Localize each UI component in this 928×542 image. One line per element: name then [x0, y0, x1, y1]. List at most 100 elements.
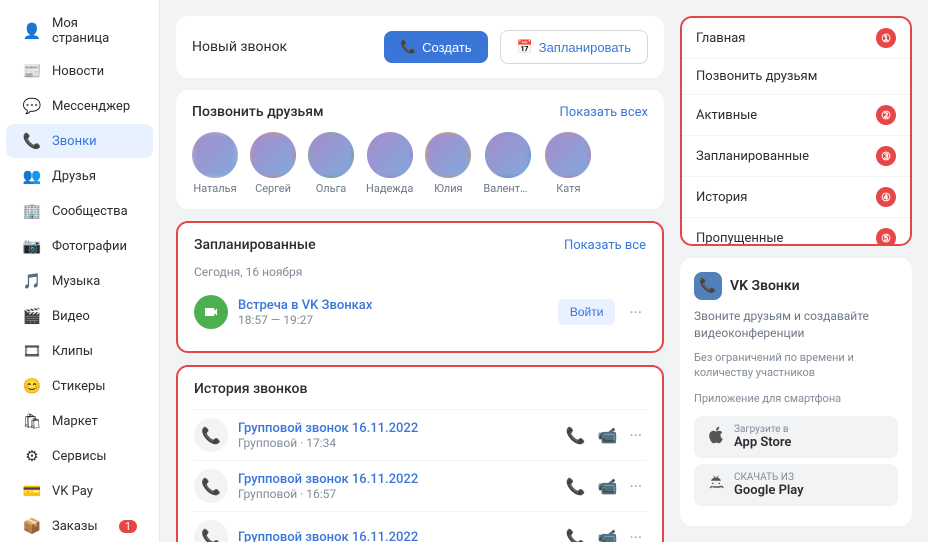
menu-label-scheduled: Запланированные [696, 149, 809, 164]
menu-item-call-friends[interactable]: Позвонить друзьям [682, 59, 910, 95]
new-call-label: Новый звонок [192, 39, 372, 55]
sidebar-icon-vkpay: 💳 [22, 481, 42, 501]
menu-label-history: История [696, 190, 747, 205]
sidebar-item-messenger[interactable]: 💬 Мессенджер [6, 89, 153, 123]
history-actions-1: 📞 📹 ··· [562, 422, 646, 449]
more-icon[interactable]: ··· [625, 422, 646, 449]
menu-item-missed[interactable]: Пропущенные ⑤ [682, 218, 910, 246]
friend-item[interactable]: Катя [545, 132, 591, 195]
sidebar-label-music: Музыка [52, 274, 100, 289]
scheduled-title: Запланированные [194, 237, 316, 253]
friend-item[interactable]: Сергей [250, 132, 296, 195]
history-card: История звонков 📞 Групповой звонок 16.11… [176, 365, 664, 542]
call-name[interactable]: Встреча в VK Звонках [238, 298, 548, 313]
sidebar-item-clips[interactable]: 🎞 Клипы [6, 334, 153, 368]
promo-panel: 📞 VK Звонки Звоните друзьям и создавайте… [680, 258, 912, 526]
menu-item-scheduled[interactable]: Запланированные ③ [682, 136, 910, 177]
history-header: История звонков [194, 381, 646, 397]
sidebar-label-orders: Заказы [52, 519, 98, 534]
sidebar-item-communities[interactable]: 🏢 Сообщества [6, 194, 153, 228]
sidebar-item-my-page[interactable]: 👤 Моя страница [6, 9, 153, 53]
scheduled-call-item: Встреча в VK Звонках 18:57 — 19:27 Войти… [194, 287, 646, 337]
menu-item-active[interactable]: Активные ② [682, 95, 910, 136]
menu-item-home[interactable]: Главная ① [682, 18, 910, 59]
menu-badge-active: ② [876, 105, 896, 125]
history-info-1: Групповой звонок 16.11.2022 Групповой · … [238, 421, 552, 450]
friend-name-1: Наталья [193, 182, 236, 195]
sidebar-item-stickers[interactable]: 😊 Стикеры [6, 369, 153, 403]
call-action-icon[interactable]: 📞 [562, 422, 590, 449]
sidebar-item-market[interactable]: 🛍 Маркет [6, 404, 153, 438]
more-icon-3[interactable]: ··· [625, 524, 646, 542]
video-action-icon-3[interactable]: 📹 [594, 524, 622, 542]
sidebar-label-messenger: Мессенджер [52, 99, 130, 114]
sidebar-item-calls[interactable]: 📞 Звонки [6, 124, 153, 158]
history-actions-3: 📞 📹 ··· [562, 524, 646, 542]
appstore-button[interactable]: Загрузите в App Store [694, 416, 898, 458]
friend-item[interactable]: Надежда [366, 132, 413, 195]
menu-label-active: Активные [696, 108, 757, 123]
sidebar-label-calls: Звонки [52, 134, 97, 149]
friend-avatar-2 [250, 132, 296, 178]
sidebar-label-market: Маркет [52, 414, 98, 429]
friend-item[interactable]: Юлия [425, 132, 471, 195]
friend-name-3: Ольга [316, 182, 347, 195]
history-actions-2: 📞 📹 ··· [562, 473, 646, 500]
video-action-icon-2[interactable]: 📹 [594, 473, 622, 500]
scheduled-card: Запланированные Показать все Сегодня, 16… [176, 221, 664, 353]
history-item-2: 📞 Групповой звонок 16.11.2022 Групповой … [194, 460, 646, 511]
friend-name-5: Юлия [434, 182, 462, 195]
sidebar-label-services: Сервисы [52, 449, 107, 464]
sidebar-item-vkpay[interactable]: 💳 VK Pay [6, 474, 153, 508]
video-action-icon[interactable]: 📹 [594, 422, 622, 449]
show-all-friends[interactable]: Показать всех [560, 105, 648, 120]
show-all-scheduled[interactable]: Показать все [564, 238, 646, 253]
sidebar-item-orders[interactable]: 📦 Заказы 1 [6, 509, 153, 542]
sidebar-item-video[interactable]: 🎬 Видео [6, 299, 153, 333]
calendar-icon: 📅 [517, 39, 533, 55]
sidebar-icon-music: 🎵 [22, 271, 42, 291]
sidebar-icon-stickers: 😊 [22, 376, 42, 396]
appstore-name: App Store [734, 435, 791, 450]
history-name-3[interactable]: Групповой звонок 16.11.2022 [238, 530, 552, 542]
sidebar-label-friends: Друзья [52, 169, 96, 184]
menu-label-missed: Пропущенные [696, 231, 783, 246]
friend-item[interactable]: Наталья [192, 132, 238, 195]
right-menu: Главная ① Позвонить друзьям Активные ② З… [680, 16, 912, 246]
content-area: Новый звонок 📞 Создать 📅 Запланировать П… [176, 16, 664, 526]
googleplay-button[interactable]: СКАЧАТЬ ИЗ Google Play [694, 464, 898, 506]
sidebar: 👤 Моя страница 📰 Новости 💬 Мессенджер 📞 … [0, 0, 160, 542]
promo-sub: Без ограничений по времени и количеству … [694, 350, 898, 381]
friend-avatar-3 [308, 132, 354, 178]
history-meta-2: Групповой · 16:57 [238, 487, 552, 501]
join-button[interactable]: Войти [558, 299, 616, 325]
sidebar-label-communities: Сообщества [52, 204, 128, 219]
video-icon [203, 304, 219, 320]
friend-item[interactable]: Валенти… [483, 132, 533, 195]
sidebar-item-friends[interactable]: 👥 Друзья [6, 159, 153, 193]
history-item-3: 📞 Групповой звонок 16.11.2022 📞 📹 ··· [194, 511, 646, 542]
sidebar-item-music[interactable]: 🎵 Музыка [6, 264, 153, 298]
history-meta-1: Групповой · 17:34 [238, 436, 552, 450]
sidebar-icon-clips: 🎞 [22, 341, 42, 361]
more-icon-2[interactable]: ··· [625, 473, 646, 500]
sidebar-item-photos[interactable]: 📷 Фотографии [6, 229, 153, 263]
create-button[interactable]: 📞 Создать [384, 31, 488, 63]
sidebar-icon-my-page: 👤 [22, 21, 42, 41]
history-name-1[interactable]: Групповой звонок 16.11.2022 [238, 421, 552, 436]
sidebar-icon-communities: 🏢 [22, 201, 42, 221]
phone-icon: 📞 [400, 39, 416, 55]
call-action-icon-3[interactable]: 📞 [562, 524, 590, 542]
more-options-icon[interactable]: ··· [625, 303, 646, 322]
friend-item[interactable]: Ольга [308, 132, 354, 195]
sidebar-item-news[interactable]: 📰 Новости [6, 54, 153, 88]
scheduled-date: Сегодня, 16 ноября [194, 265, 646, 279]
friends-list: Наталья Сергей Ольга Надежда [192, 132, 648, 195]
menu-item-history[interactable]: История ④ [682, 177, 910, 218]
history-name-2[interactable]: Групповой звонок 16.11.2022 [238, 472, 552, 487]
call-action-icon-2[interactable]: 📞 [562, 473, 590, 500]
sidebar-item-services[interactable]: ⚙ Сервисы [6, 439, 153, 473]
schedule-button[interactable]: 📅 Запланировать [500, 30, 648, 64]
sidebar-label-video: Видео [52, 309, 90, 324]
promo-app-label: Приложение для смартфона [694, 391, 898, 406]
